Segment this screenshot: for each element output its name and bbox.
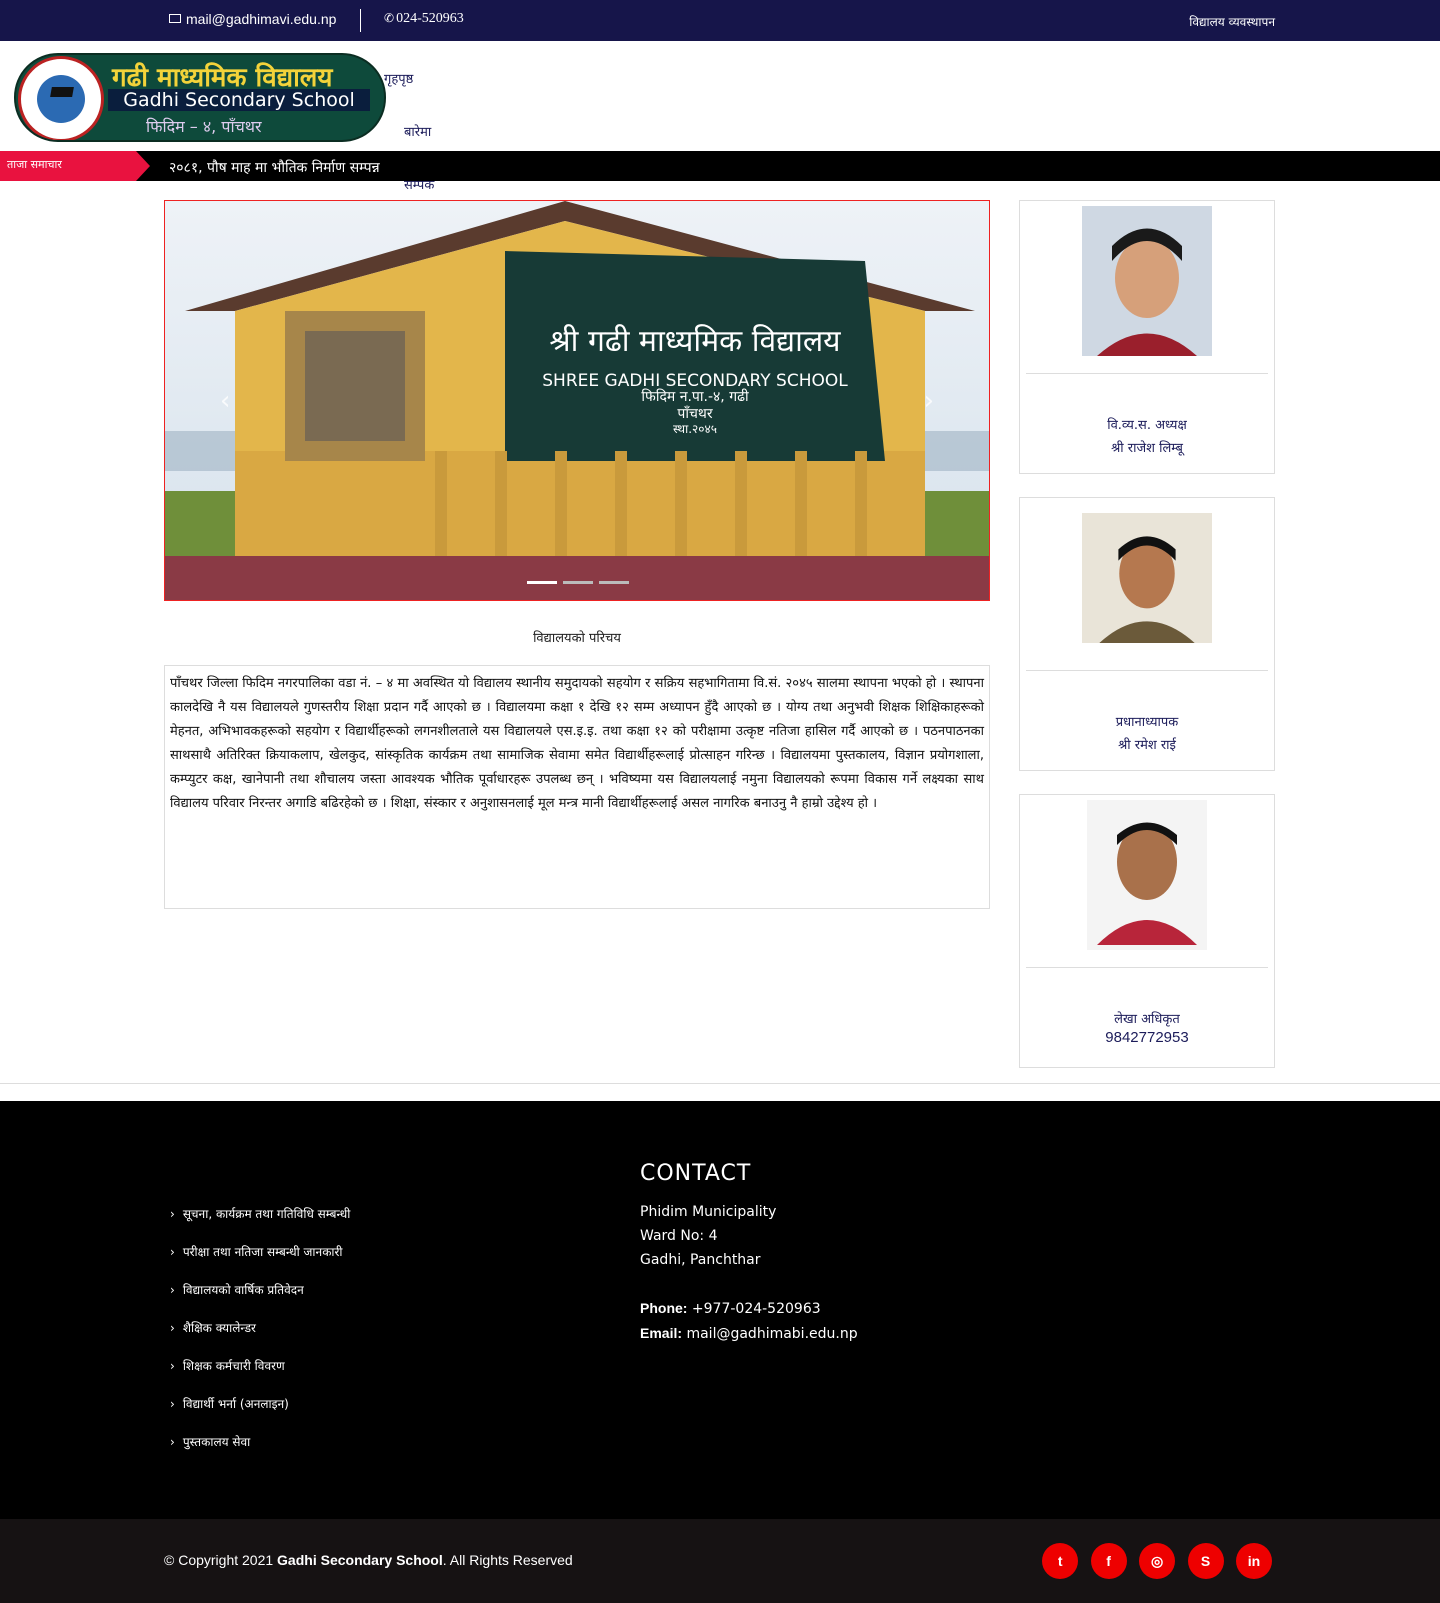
- footer-link[interactable]: › विद्यार्थी भर्ना (अनलाइन): [170, 1395, 350, 1433]
- chevron-right-icon: ›: [170, 1283, 175, 1297]
- staff-photo: [1087, 800, 1207, 950]
- contact-email: Email: mail@gadhimabi.edu.np: [640, 1325, 858, 1342]
- sign-line4: पाँचथर: [677, 405, 712, 422]
- phone-icon: ✆: [384, 11, 395, 25]
- contact-title: CONTACT: [640, 1161, 752, 1186]
- slider-dot[interactable]: [599, 581, 629, 584]
- sign-line1: श्री गढी माध्यमिक विद्यालय: [549, 324, 841, 359]
- footer-contact: CONTACT Phidim Municipality Ward No: 4 G…: [640, 1161, 858, 1346]
- phone-text[interactable]: 024-520963: [396, 11, 464, 26]
- copyright-bar: © Copyright 2021 Gadhi Secondary School.…: [0, 1519, 1440, 1603]
- section-divider: [0, 1083, 1440, 1084]
- staff-name: लेखा अधिकृत: [1114, 1012, 1180, 1027]
- slider-indicators: [527, 571, 635, 589]
- management-link[interactable]: विद्यालय व्यवस्थापन: [1189, 13, 1275, 30]
- skype-icon[interactable]: S: [1187, 1543, 1224, 1579]
- contact-email-value[interactable]: mail@gadhimabi.edu.np: [686, 1326, 857, 1342]
- staff-photo: [1082, 206, 1212, 356]
- slider-prev-arrow[interactable]: ‹: [220, 386, 230, 416]
- contact-address-1: Phidim Municipality: [640, 1204, 777, 1220]
- footer-link[interactable]: › पुस्तकालय सेवा: [170, 1433, 350, 1471]
- chevron-right-icon: ›: [170, 1245, 175, 1259]
- sign-line5: स्था.२०४५: [673, 422, 717, 436]
- twitter-icon[interactable]: t: [1042, 1543, 1079, 1579]
- staff-card[interactable]: प्रधानाध्यापक श्री रमेश राई: [1019, 497, 1275, 771]
- top-bar: mail@gadhimavi.edu.np ✆ 024-520963 विद्या…: [0, 0, 1440, 41]
- staff-role: श्री रमेश राई: [1118, 738, 1176, 753]
- instagram-icon[interactable]: ◎: [1139, 1543, 1176, 1579]
- intro-body: पाँचथर जिल्ला फिदिम नगरपालिका वडा नं. – …: [170, 676, 984, 811]
- logo-title-en: Gadhi Secondary School: [108, 89, 370, 111]
- envelope-icon: [169, 14, 181, 23]
- chevron-right-icon: ›: [170, 1207, 175, 1221]
- school-emblem-icon: [18, 56, 104, 140]
- school-building-photo: श्री गढी माध्यमिक विद्यालय SHREE GADHI S…: [165, 201, 989, 600]
- staff-card[interactable]: वि.व्य.स. अध्यक्ष श्री राजेश लिम्बू: [1019, 200, 1275, 474]
- top-email[interactable]: mail@gadhimavi.edu.np: [169, 11, 336, 27]
- chevron-right-icon: ›: [170, 1397, 175, 1411]
- contact-phone-value[interactable]: +977-024-520963: [692, 1301, 821, 1317]
- chevron-right-icon: ›: [170, 1435, 175, 1449]
- staff-phone: 9842772953: [1105, 1029, 1189, 1046]
- linkedin-icon[interactable]: in: [1236, 1543, 1272, 1579]
- logo-subtitle: फिदिम – ४, पाँचथर: [146, 117, 262, 136]
- chevron-right-icon: ›: [170, 1321, 175, 1335]
- footer: › सूचना, कार्यक्रम तथा गतिविधि सम्बन्धी ›…: [0, 1101, 1440, 1519]
- copyright-text: © Copyright 2021 Gadhi Secondary School.…: [164, 1552, 573, 1568]
- school-logo[interactable]: गढी माध्यमिक विद्यालय Gadhi Secondary Sc…: [14, 53, 386, 142]
- email-text[interactable]: mail@gadhimavi.edu.np: [186, 11, 336, 27]
- staff-card[interactable]: लेखा अधिकृत 9842772953: [1019, 794, 1275, 1068]
- facebook-icon[interactable]: f: [1090, 1543, 1127, 1579]
- slider-next-arrow[interactable]: ›: [924, 386, 934, 416]
- intro-box: पाँचथर जिल्ला फिदिम नगरपालिका वडा नं. – …: [164, 665, 990, 909]
- image-slider[interactable]: श्री गढी माध्यमिक विद्यालय SHREE GADHI S…: [164, 200, 990, 601]
- intro-title: विद्यालयको परिचय: [533, 631, 621, 646]
- staff-role: श्री राजेश लिम्बू: [1111, 441, 1183, 456]
- footer-link[interactable]: › विद्यालयको वार्षिक प्रतिवेदन: [170, 1281, 350, 1319]
- contact-address-3: Gadhi, Panchthar: [640, 1252, 761, 1268]
- news-ticker: ताजा समाचार २०८१, पौष माह मा भौतिक निर्म…: [0, 151, 1440, 181]
- footer-link[interactable]: › परीक्षा तथा नतिजा सम्बन्धी जानकारी: [170, 1243, 350, 1281]
- footer-links: › सूचना, कार्यक्रम तथा गतिविधि सम्बन्धी ›…: [170, 1205, 350, 1471]
- divider: [360, 9, 361, 32]
- contact-address-2: Ward No: 4: [640, 1228, 718, 1244]
- ticker-headline[interactable]: २०८१, पौष माह मा भौतिक निर्माण सम्पन्न: [169, 158, 380, 177]
- sign-line2: SHREE GADHI SECONDARY SCHOOL: [542, 371, 848, 391]
- slider-dot[interactable]: [527, 581, 557, 584]
- ticker-label: ताजा समाचार: [0, 151, 150, 181]
- contact-phone: Phone: +977-024-520963: [640, 1300, 821, 1317]
- chevron-right-icon: ›: [170, 1359, 175, 1373]
- social-links: t f ◎ S in: [1034, 1543, 1272, 1579]
- nav-home[interactable]: गृहपृष्ठ: [384, 69, 413, 87]
- staff-photo: [1082, 513, 1212, 643]
- card-divider: [1026, 373, 1268, 374]
- sign-line3: फिदिम न.पा.-४, गढी: [641, 388, 749, 405]
- staff-name: प्रधानाध्यापक: [1115, 715, 1179, 730]
- footer-link[interactable]: › शिक्षक कर्मचारी विवरण: [170, 1357, 350, 1395]
- nav-about[interactable]: बारेमा: [404, 122, 431, 140]
- footer-link[interactable]: › शैक्षिक क्यालेन्डर: [170, 1319, 350, 1357]
- slider-dot[interactable]: [563, 581, 593, 584]
- card-divider: [1026, 670, 1268, 671]
- card-divider: [1026, 967, 1268, 968]
- top-phone[interactable]: ✆ 024-520963: [384, 11, 464, 27]
- footer-link[interactable]: › सूचना, कार्यक्रम तथा गतिविधि सम्बन्धी: [170, 1205, 350, 1243]
- staff-name: वि.व्य.स. अध्यक्ष: [1107, 418, 1187, 433]
